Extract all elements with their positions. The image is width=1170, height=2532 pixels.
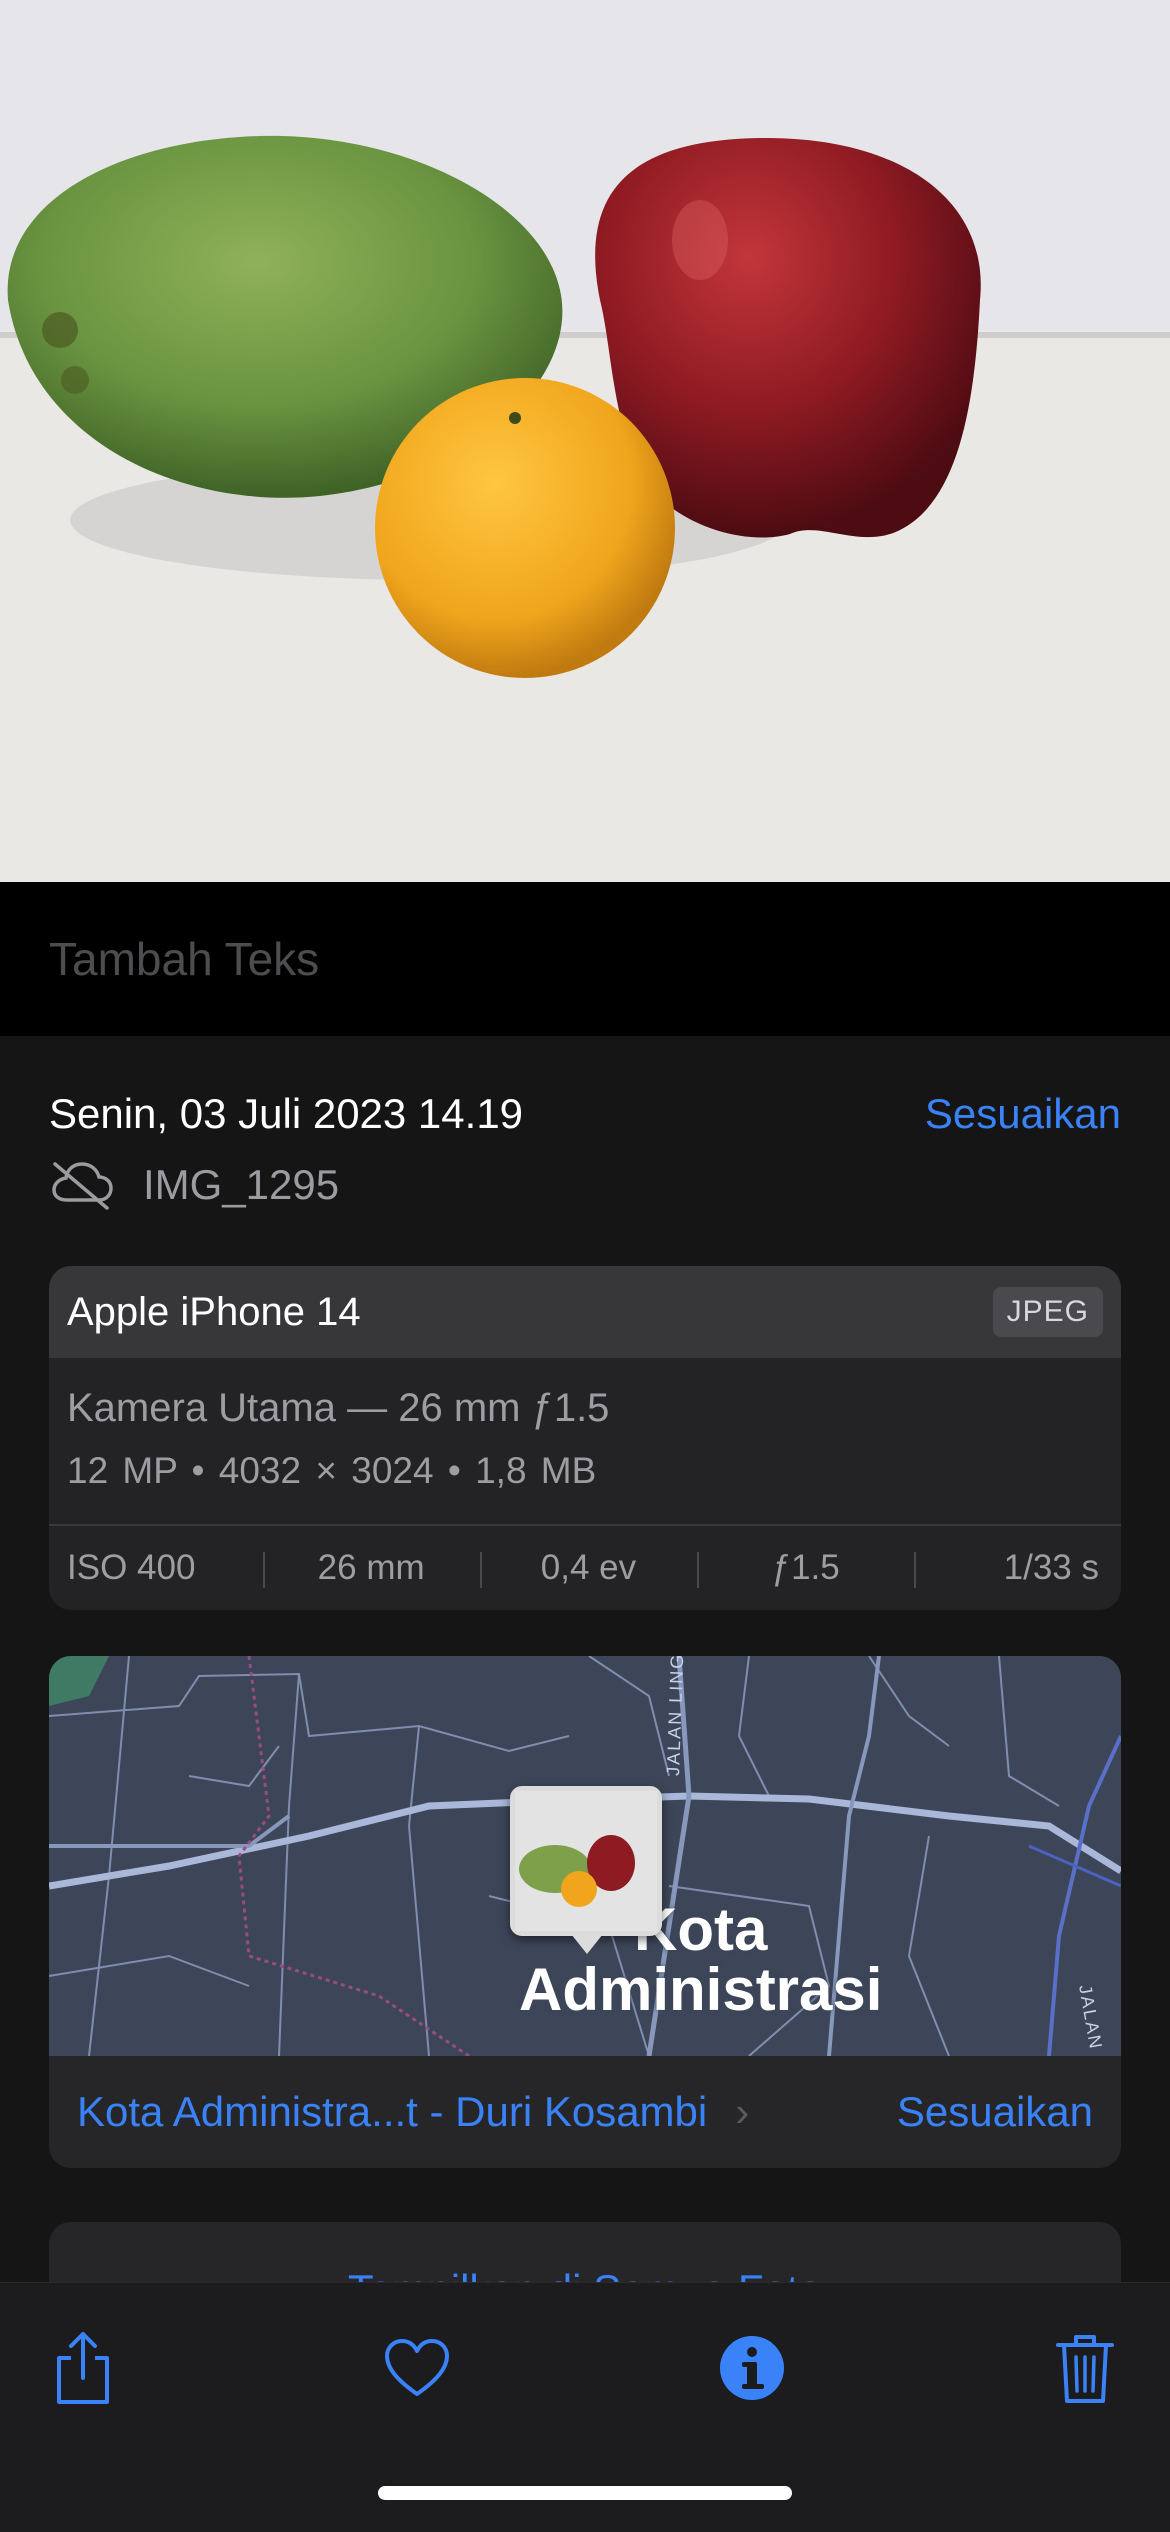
fruit-photo bbox=[0, 0, 1170, 882]
info-button[interactable] bbox=[707, 2323, 797, 2413]
camera-card-header: Apple iPhone 14 JPEG bbox=[49, 1266, 1121, 1358]
exif-aperture: ƒ1.5 bbox=[697, 1548, 914, 1588]
heart-icon bbox=[385, 2339, 449, 2396]
adjust-date-button[interactable]: Sesuaikan bbox=[925, 1090, 1121, 1138]
exif-focal-length: 26 mm bbox=[262, 1548, 480, 1588]
lens-info: Kamera Utama — 26 mm ƒ1.5 bbox=[67, 1386, 610, 1430]
cloud-slash-icon bbox=[52, 1162, 113, 1210]
photo-preview[interactable] bbox=[0, 0, 1170, 882]
share-button[interactable] bbox=[38, 2323, 128, 2413]
info-sheet: Senin, 03 Juli 2023 14.19 Sesuaikan IMG_… bbox=[0, 1036, 1170, 2284]
format-badge: JPEG bbox=[992, 1287, 1103, 1337]
share-icon bbox=[57, 2332, 109, 2404]
location-row: Kota Administra...t - Duri Kosambi › Ses… bbox=[49, 2056, 1121, 2168]
camera-info-card: Apple iPhone 14 JPEG Kamera Utama — 26 m… bbox=[49, 1266, 1121, 1610]
location-card: JALAN LINGKAR JALAN Kota Administrasi Ko… bbox=[49, 1656, 1121, 2168]
caption-bar: Tambah Teks bbox=[0, 882, 1170, 1036]
info-icon bbox=[720, 2336, 784, 2400]
exif-exposure-value: 0,4 ev bbox=[479, 1548, 697, 1588]
map-photo-pin[interactable] bbox=[510, 1786, 662, 1936]
home-indicator[interactable] bbox=[378, 2486, 792, 2500]
file-row: IMG_1295 bbox=[49, 1160, 339, 1210]
caption-input[interactable]: Tambah Teks bbox=[49, 932, 319, 986]
location-map[interactable]: JALAN LINGKAR JALAN Kota Administrasi bbox=[49, 1656, 1121, 2056]
map-pin-thumbnail bbox=[515, 1791, 657, 1931]
chevron-right-icon: › bbox=[735, 2088, 750, 2135]
device-name: Apple iPhone 14 bbox=[67, 1289, 361, 1334]
adjust-location-button[interactable]: Sesuaikan bbox=[897, 2088, 1093, 2136]
location-name-link[interactable]: Kota Administra...t - Duri Kosambi bbox=[77, 2088, 707, 2136]
map-area-label: Kota Administrasi bbox=[519, 1896, 1089, 2020]
file-name: IMG_1295 bbox=[143, 1161, 340, 1208]
exif-iso: ISO 400 bbox=[67, 1548, 196, 1587]
exif-shutter: 1/33 s bbox=[914, 1548, 1121, 1588]
show-all-photos-button[interactable]: Tampilkan di Semua Foto bbox=[49, 2222, 1121, 2284]
image-specs: 12 MP • 4032 × 3024 • 1,8 MB bbox=[67, 1450, 597, 1491]
map-area-label-line1: Kota bbox=[634, 1896, 768, 1963]
delete-button[interactable] bbox=[1040, 2323, 1130, 2413]
exif-row: ISO 400 26 mm 0,4 ev ƒ1.5 1/33 s bbox=[49, 1524, 1121, 1610]
photo-date: Senin, 03 Juli 2023 14.19 bbox=[49, 1090, 524, 1137]
map-area-label-line2: Administrasi bbox=[519, 1956, 883, 2023]
trash-icon bbox=[1056, 2335, 1114, 2403]
map-pin-pointer bbox=[571, 1934, 603, 1954]
favorite-button[interactable] bbox=[372, 2323, 462, 2413]
